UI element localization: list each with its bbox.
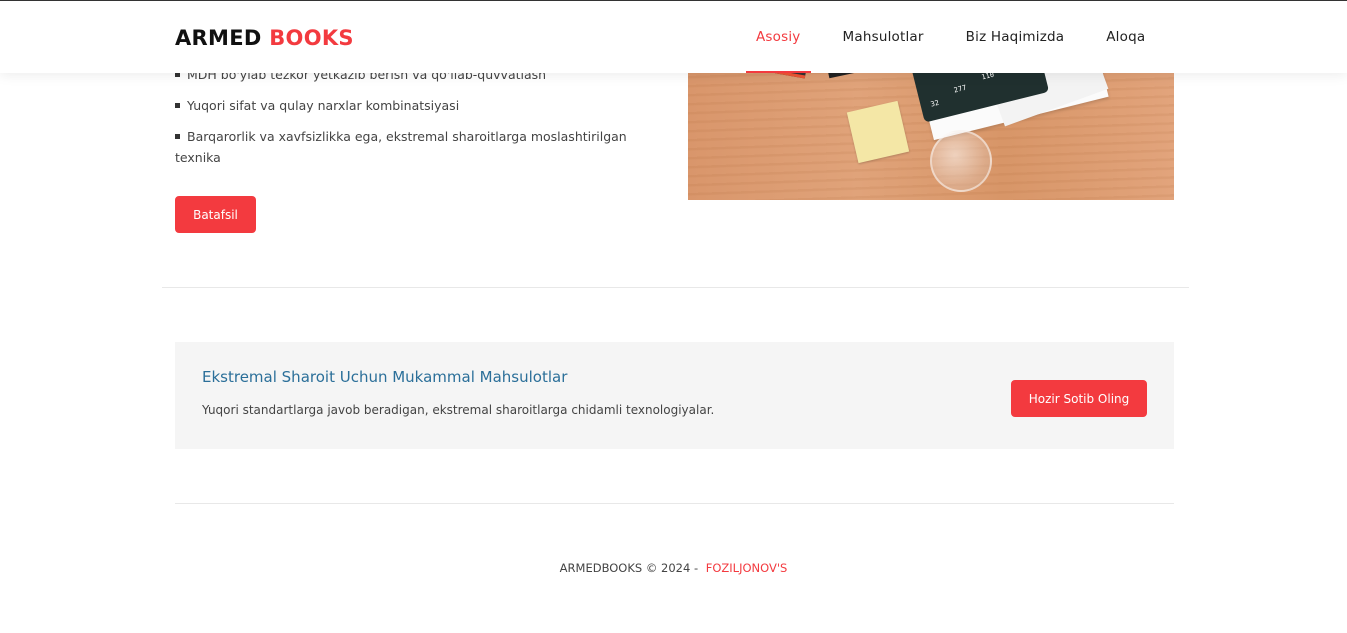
about-section: MDH bo'ylab tezkor yetkazib berish va qo… [0,0,1347,633]
square-bullet-icon [175,103,180,108]
site-header: ARMED BOOKS Asosiy Mahsulotlar Biz Haqim… [0,0,1347,73]
feature-text: Yuqori sifat va qulay narxlar kombinatsi… [187,98,460,113]
buy-now-button[interactable]: Hozir Sotib Oling [1011,380,1147,417]
logo-main-text: ARMED [175,26,262,50]
nav-item-mahsulotlar[interactable]: Mahsulotlar [822,1,945,73]
author-credit-link[interactable]: FOZILJONOV'S [706,561,788,575]
cta-title: Ekstremal Sharoit Uchun Mukammal Mahsulo… [202,368,568,386]
site-logo[interactable]: ARMED BOOKS [175,26,354,50]
logo-accent-text: BOOKS [269,26,354,50]
feature-item: Barqarorlik va xavfsizlikka ega, ekstrem… [175,126,645,168]
main-nav: Asosiy Mahsulotlar Biz Haqimizda Aloqa [735,1,1166,73]
nav-item-biz-haqimizda[interactable]: Biz Haqimizda [945,1,1086,73]
glass [930,130,992,192]
feature-text: Barqarorlik va xavfsizlikka ega, ekstrem… [175,129,627,165]
cta-banner: Ekstremal Sharoit Uchun Mukammal Mahsulo… [175,342,1174,449]
copyright-text: ARMEDBOOKS © 2024 - [559,561,699,575]
footer-divider [175,503,1174,504]
phone-readout: 32 [929,98,940,109]
nav-item-asosiy[interactable]: Asosiy [735,1,822,73]
phone-readout: 277 [953,83,968,95]
cta-text: Yuqori standartlarga javob beradigan, ek… [202,403,715,417]
sticky-note [846,100,910,164]
feature-item: Yuqori sifat va qulay narxlar kombinatsi… [175,95,645,116]
section-divider [162,287,1189,288]
feature-list: MDH bo'ylab tezkor yetkazib berish va qo… [175,64,645,178]
square-bullet-icon [175,134,180,139]
details-button[interactable]: Batafsil [175,196,256,233]
nav-item-aloqa[interactable]: Aloqa [1085,1,1166,73]
footer: ARMEDBOOKS © 2024 - FOZILJONOV'S [0,561,1347,575]
